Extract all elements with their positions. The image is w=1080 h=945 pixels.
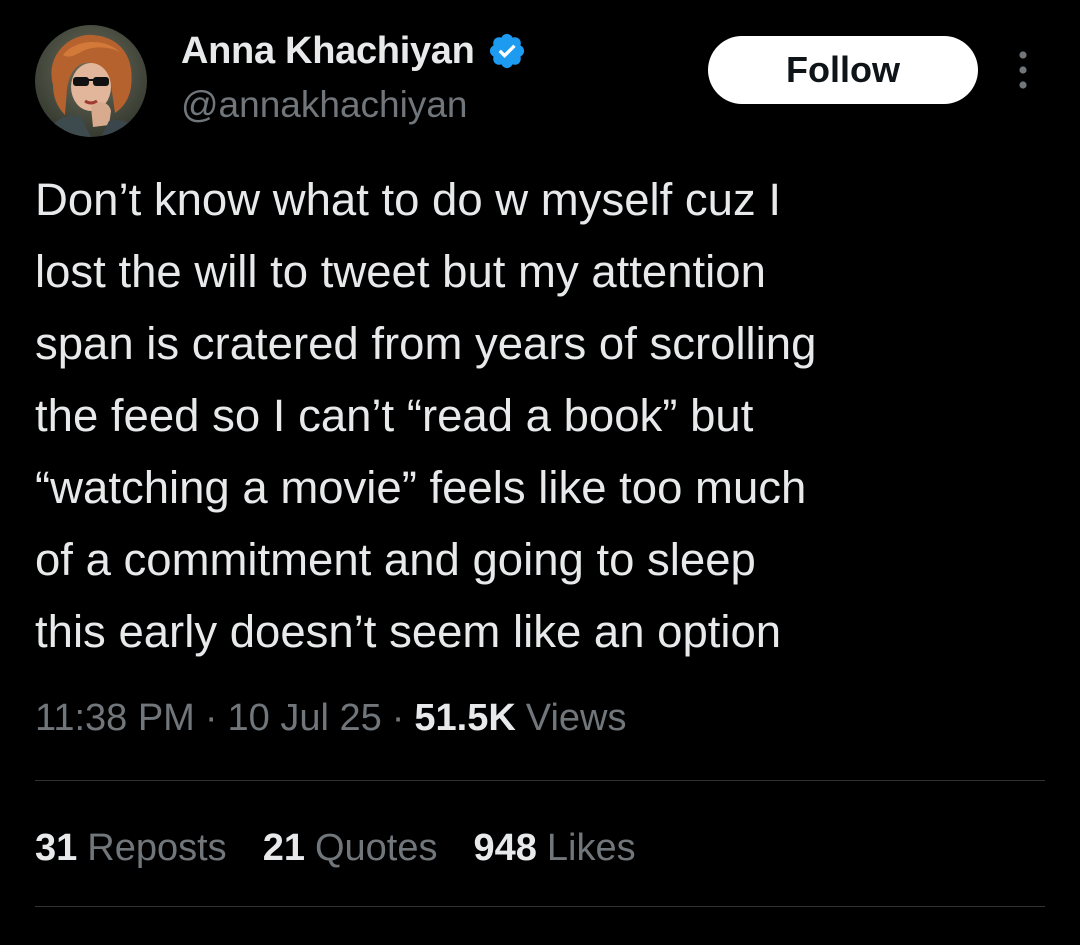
tweet-meta: 11:38 PM · 10 Jul 25 · 51.5K Views xyxy=(35,690,626,746)
tweet-date[interactable]: 10 Jul 25 xyxy=(228,697,382,740)
display-name[interactable]: Anna Khachiyan xyxy=(181,30,475,73)
engagement-stats: 31 Reposts 21 Quotes 948 Likes xyxy=(35,820,672,876)
quotes-count: 21 xyxy=(262,826,305,869)
likes-count: 948 xyxy=(473,826,537,869)
tweet-text-line: Don’t know what to do w myself cuz I xyxy=(35,174,781,225)
likes-stat[interactable]: 948 Likes xyxy=(474,827,636,870)
follow-button[interactable]: Follow xyxy=(708,36,978,104)
user-handle[interactable]: @annakhachiyan xyxy=(181,84,467,126)
reposts-stat[interactable]: 31 Reposts xyxy=(35,827,227,870)
views-count[interactable]: 51.5K xyxy=(414,697,515,740)
reposts-count: 31 xyxy=(35,826,78,869)
divider xyxy=(35,906,1045,907)
tweet-text-line: this early doesn’t seem like an option xyxy=(35,606,782,657)
views-label[interactable]: Views xyxy=(526,697,627,740)
divider xyxy=(35,780,1045,781)
quotes-stat[interactable]: 21 Quotes xyxy=(263,827,438,870)
verified-badge-icon[interactable] xyxy=(487,31,527,71)
tweet-text-line: lost the will to tweet but my attention xyxy=(35,246,766,297)
likes-label: Likes xyxy=(546,826,636,869)
quotes-label: Quotes xyxy=(314,826,438,869)
tweet-text-line: the feed so I can’t “read a book” but xyxy=(35,390,754,441)
tweet-text: Don’t know what to do w myself cuz I los… xyxy=(35,164,1045,668)
author-name-row[interactable]: Anna Khachiyan xyxy=(181,26,527,76)
tweet-detail: Anna Khachiyan @annakhachiyan Follow Don… xyxy=(0,0,1080,945)
avatar[interactable] xyxy=(35,25,147,137)
reposts-label: Reposts xyxy=(87,826,227,869)
tweet-text-line: span is cratered from years of scrolling xyxy=(35,318,817,369)
tweet-text-line: of a commitment and going to sleep xyxy=(35,534,756,585)
tweet-text-line: “watching a movie” feels like too much xyxy=(35,462,807,513)
tweet-time[interactable]: 11:38 PM xyxy=(35,697,195,740)
separator-dot: · xyxy=(204,696,218,739)
more-options-icon[interactable] xyxy=(1008,48,1038,92)
avatar-image xyxy=(35,25,147,137)
separator-dot: · xyxy=(391,696,405,739)
